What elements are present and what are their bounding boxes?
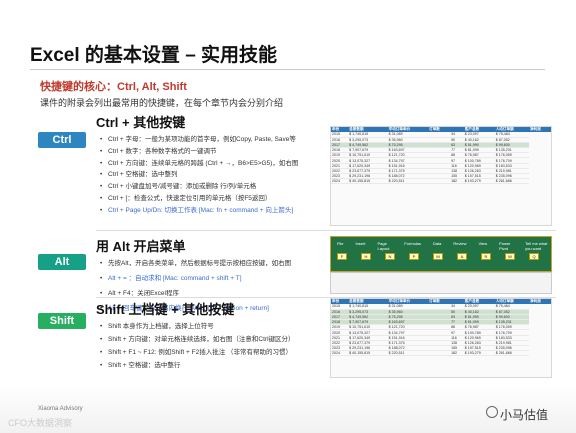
table-cell — [428, 350, 451, 357]
table-cell: 2024 — [331, 350, 349, 357]
ctrl-bullet: Ctrl + 字母：一般为某项功能的首字母，例如Copy, Paste, Sav… — [100, 134, 298, 146]
subtitle: 快捷键的核心：Ctrl, Alt, Shift — [40, 81, 187, 93]
brand-name: 小马估值 — [500, 408, 549, 422]
description: 课件的附录会列出最常用的快捷键，在每个章节内会分别介绍 — [40, 98, 284, 108]
ribbon-tab: Power Pivot — [499, 241, 511, 251]
table-row: 2024 $ 40,155,815 $ 220,511 182 $ 193,279 $ 2… — [331, 350, 551, 357]
table-cell: $ 220,511 — [387, 350, 429, 357]
ctrl-bullets: Ctrl + 字母：一般为某项功能的首字母，例如Copy, Paste, Sav… — [100, 134, 298, 217]
column-header: 净利润 — [529, 299, 551, 304]
table-cell: $ 220,511 — [387, 178, 429, 185]
ribbon-tab: View — [478, 241, 488, 246]
ribbon-tab: Data — [432, 241, 442, 246]
table-row: 2024 $ 40,155,815 $ 220,511 182 $ 193,279 $ 2… — [331, 178, 551, 185]
shift-bullet: Shift + F1 ~ F12: 例如Shift + F2插入批注 （非常有帮… — [100, 346, 295, 359]
table-cell: 2024 — [331, 178, 349, 185]
shift-bullet: Shift 本身作为上档键，选择上位符号 — [100, 320, 295, 333]
keytip-badge: A — [457, 253, 467, 260]
ctrl-bullet: Ctrl + 方向键：连续单元格的跨越 (Ctrl + →，B6>E5>G5)，… — [100, 158, 298, 170]
keytip-badge: H — [361, 253, 371, 260]
table-cell: $ 193,279 — [463, 350, 495, 357]
ribbon-tab: Insert — [355, 241, 366, 246]
column-header: 净利润 — [529, 127, 551, 132]
keytip-badge: Q — [529, 253, 539, 260]
shift-tag: Shift — [38, 313, 86, 329]
table-cell: $ 40,155,815 — [348, 178, 388, 185]
table-cell: 182 — [450, 178, 464, 185]
wechat-icon — [486, 406, 498, 418]
shift-spreadsheet-screenshot: 年份 总销售额 平均订单单价 订单数 客户总数 人均订单额 净利润 2015 $ 1,740,8… — [330, 298, 552, 378]
shift-bullets: Shift 本身作为上档键，选择上位符号 Shift + 方向键：对单元格连续选… — [100, 320, 295, 372]
ctrl-bullet: Ctrl + 数字：各种数字格式的一键调节 — [100, 146, 298, 158]
ribbon-tab: Tell me what you want — [525, 241, 548, 251]
ctrl-heading: Ctrl + 其他按键 — [96, 115, 186, 130]
shift-bullet: Shift + 空格键：选中整行 — [100, 359, 295, 372]
ctrl-bullet: Ctrl + [：检查公式，快速定位引用的单元格（按F5返回） — [100, 193, 298, 205]
ctrl-spreadsheet-screenshot: 年份 总销售额 平均订单单价 订单数 客户总数 人均订单额 净利润 2015 $ 1,740,8… — [330, 126, 552, 226]
ribbon-tab: Formulas — [404, 241, 421, 246]
keytip-badge: P — [409, 253, 419, 260]
alt-bullet: Alt + = ：自动求和 [Mac: command + shift + T] — [100, 271, 291, 286]
sales-table-selected: 年份 总销售额 平均订单单价 订单数 客户总数 人均订单额 净利润 2015 $ 1,740,8… — [331, 299, 551, 357]
ribbon-toolbar — [330, 272, 552, 294]
ribbon-tab: File — [337, 241, 344, 246]
ribbon-tabs: File Insert Page Layout Formulas Data Review V… — [337, 241, 551, 251]
ribbon-tab: Review — [453, 241, 467, 246]
keytip-badge: W — [505, 253, 515, 260]
shift-heading: Shift 上档键 + 其他按键 — [96, 302, 235, 317]
keytip-badge: R — [481, 253, 491, 260]
sales-table: 年份 总销售额 平均订单单价 订单数 客户总数 人均订单额 净利润 2015 $ 1,740,8… — [331, 127, 551, 185]
shift-bullet: Shift + 方向键：对单元格连续选择，如右图（注意和Ctrl键区分） — [100, 333, 295, 346]
excel-ribbon-screenshot: File Insert Page Layout Formulas Data Review V… — [330, 236, 552, 272]
table-cell: $ 261,666 — [494, 350, 529, 357]
alt-bullet: 先按Alt，开启各类菜单，然后根据标号提示按相应按键，如右图 — [100, 256, 291, 271]
ctrl-bullet: Ctrl + 空格键：选中整列 — [100, 169, 298, 181]
watermark: CFO大数据洞察 — [8, 418, 72, 428]
table-cell: $ 261,666 — [494, 178, 529, 185]
table-cell: $ 193,279 — [463, 178, 495, 185]
alt-tag: Alt — [38, 254, 86, 270]
ctrl-bullet: Ctrl + 小键盘加号/减号键：添加或删除 行/列/单元格 — [100, 181, 298, 193]
keytip-badge: M — [433, 253, 443, 260]
title-rule — [30, 69, 545, 70]
alt-heading: 用 Alt 开启菜单 — [96, 239, 186, 254]
ctrl-bullet: Ctrl + Page Up/Dn: 切换工作表 [Mac: fn + comm… — [100, 205, 298, 217]
section-divider — [96, 230, 556, 231]
table-cell — [428, 178, 451, 185]
keytip-badge: N — [385, 253, 395, 260]
page-title: Excel 的基本设置 – 实用技能 — [30, 45, 278, 66]
table-cell: $ 40,155,815 — [348, 350, 388, 357]
ctrl-tag: Ctrl — [38, 132, 86, 148]
keytip-badge: F — [337, 253, 347, 260]
table-cell: 182 — [450, 350, 464, 357]
footer-company: Xiaoma Advisory — [38, 406, 83, 412]
ribbon-tab: Page Layout — [377, 241, 390, 251]
